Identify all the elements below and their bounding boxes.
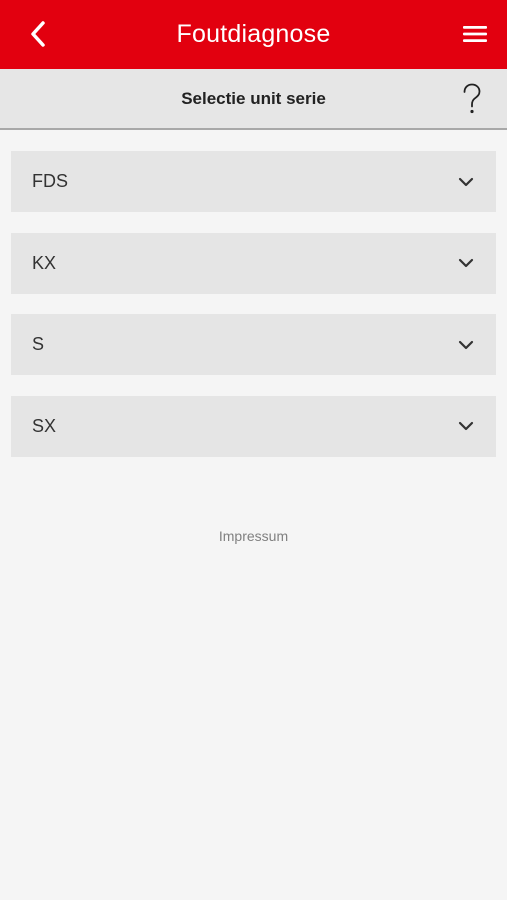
- sub-header: Selectie unit serie: [0, 69, 507, 130]
- question-mark-icon: [463, 83, 481, 114]
- series-label: KX: [32, 252, 57, 273]
- impressum-link[interactable]: Impressum: [0, 528, 507, 544]
- chevron-left-icon: [31, 21, 45, 47]
- hamburger-menu-icon: [463, 26, 487, 42]
- help-button[interactable]: [455, 81, 489, 117]
- chevron-down-icon: [458, 340, 474, 349]
- back-button[interactable]: [14, 10, 62, 58]
- chevron-down-icon: [458, 421, 474, 431]
- series-list: FDS KX S SX: [11, 151, 496, 477]
- section-title: Selectie unit serie: [181, 88, 326, 108]
- menu-button[interactable]: [451, 10, 499, 58]
- chevron-down-icon: [458, 177, 474, 186]
- series-item-fds[interactable]: FDS: [11, 151, 496, 212]
- series-label: FDS: [32, 171, 68, 191]
- chevron-down-icon: [458, 258, 474, 268]
- series-label: SX: [32, 415, 57, 436]
- series-item-s[interactable]: S: [11, 314, 496, 375]
- series-item-sx[interactable]: SX: [11, 395, 496, 457]
- page-title: Foutdiagnose: [176, 20, 331, 48]
- series-label: S: [32, 334, 45, 354]
- series-item-kx[interactable]: KX: [11, 232, 496, 294]
- app-header: Foutdiagnose: [0, 0, 507, 69]
